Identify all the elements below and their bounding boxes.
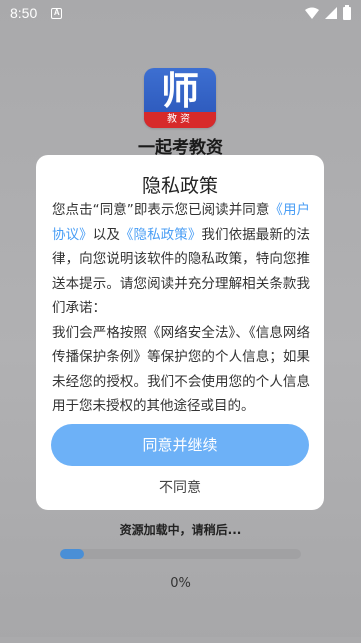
agree-continue-button[interactable]: 同意并继续 — [51, 424, 309, 466]
status-time: 8:50 — [10, 5, 38, 21]
dialog-title: 隐私政策 — [141, 175, 218, 197]
notification-icon: A — [51, 7, 63, 19]
battery-icon — [343, 4, 351, 20]
logo-band: 教资 — [144, 112, 216, 128]
status-bar: 8:50 A — [0, 0, 361, 26]
logo-glyph: 师 — [160, 69, 199, 113]
app-logo: 师 教资 — [144, 68, 216, 128]
body-text-intro: 您点击“同意”即表示您已阅读并同意 — [52, 202, 270, 218]
loading-status-text: 资源加载中，请稍后... — [119, 523, 242, 537]
privacy-policy-link[interactable]: 《隐私政策》 — [120, 227, 202, 243]
signal-icon — [325, 7, 337, 19]
disagree-button[interactable]: 不同意 — [36, 477, 324, 497]
privacy-dialog: 隐私政策 您点击“同意”即表示您已阅读并同意《用户协议》以及《隐私政策》我们依据… — [36, 155, 324, 510]
progress-fill — [60, 549, 85, 559]
body-text-commitment: 我们会严格按照《网络安全法》、《信息网络传播保护条例》等保护您的个人信息；如果未… — [52, 324, 310, 415]
body-text-and: 以及 — [92, 226, 120, 243]
dialog-body: 您点击“同意”即表示您已阅读并同意《用户协议》以及《隐私政策》我们依据最新的法律… — [52, 198, 310, 419]
progress-bar — [60, 549, 301, 559]
wifi-icon — [305, 7, 319, 19]
status-icons — [305, 4, 351, 20]
home-indicator — [0, 637, 361, 643]
progress-percent: 0% — [170, 576, 191, 591]
